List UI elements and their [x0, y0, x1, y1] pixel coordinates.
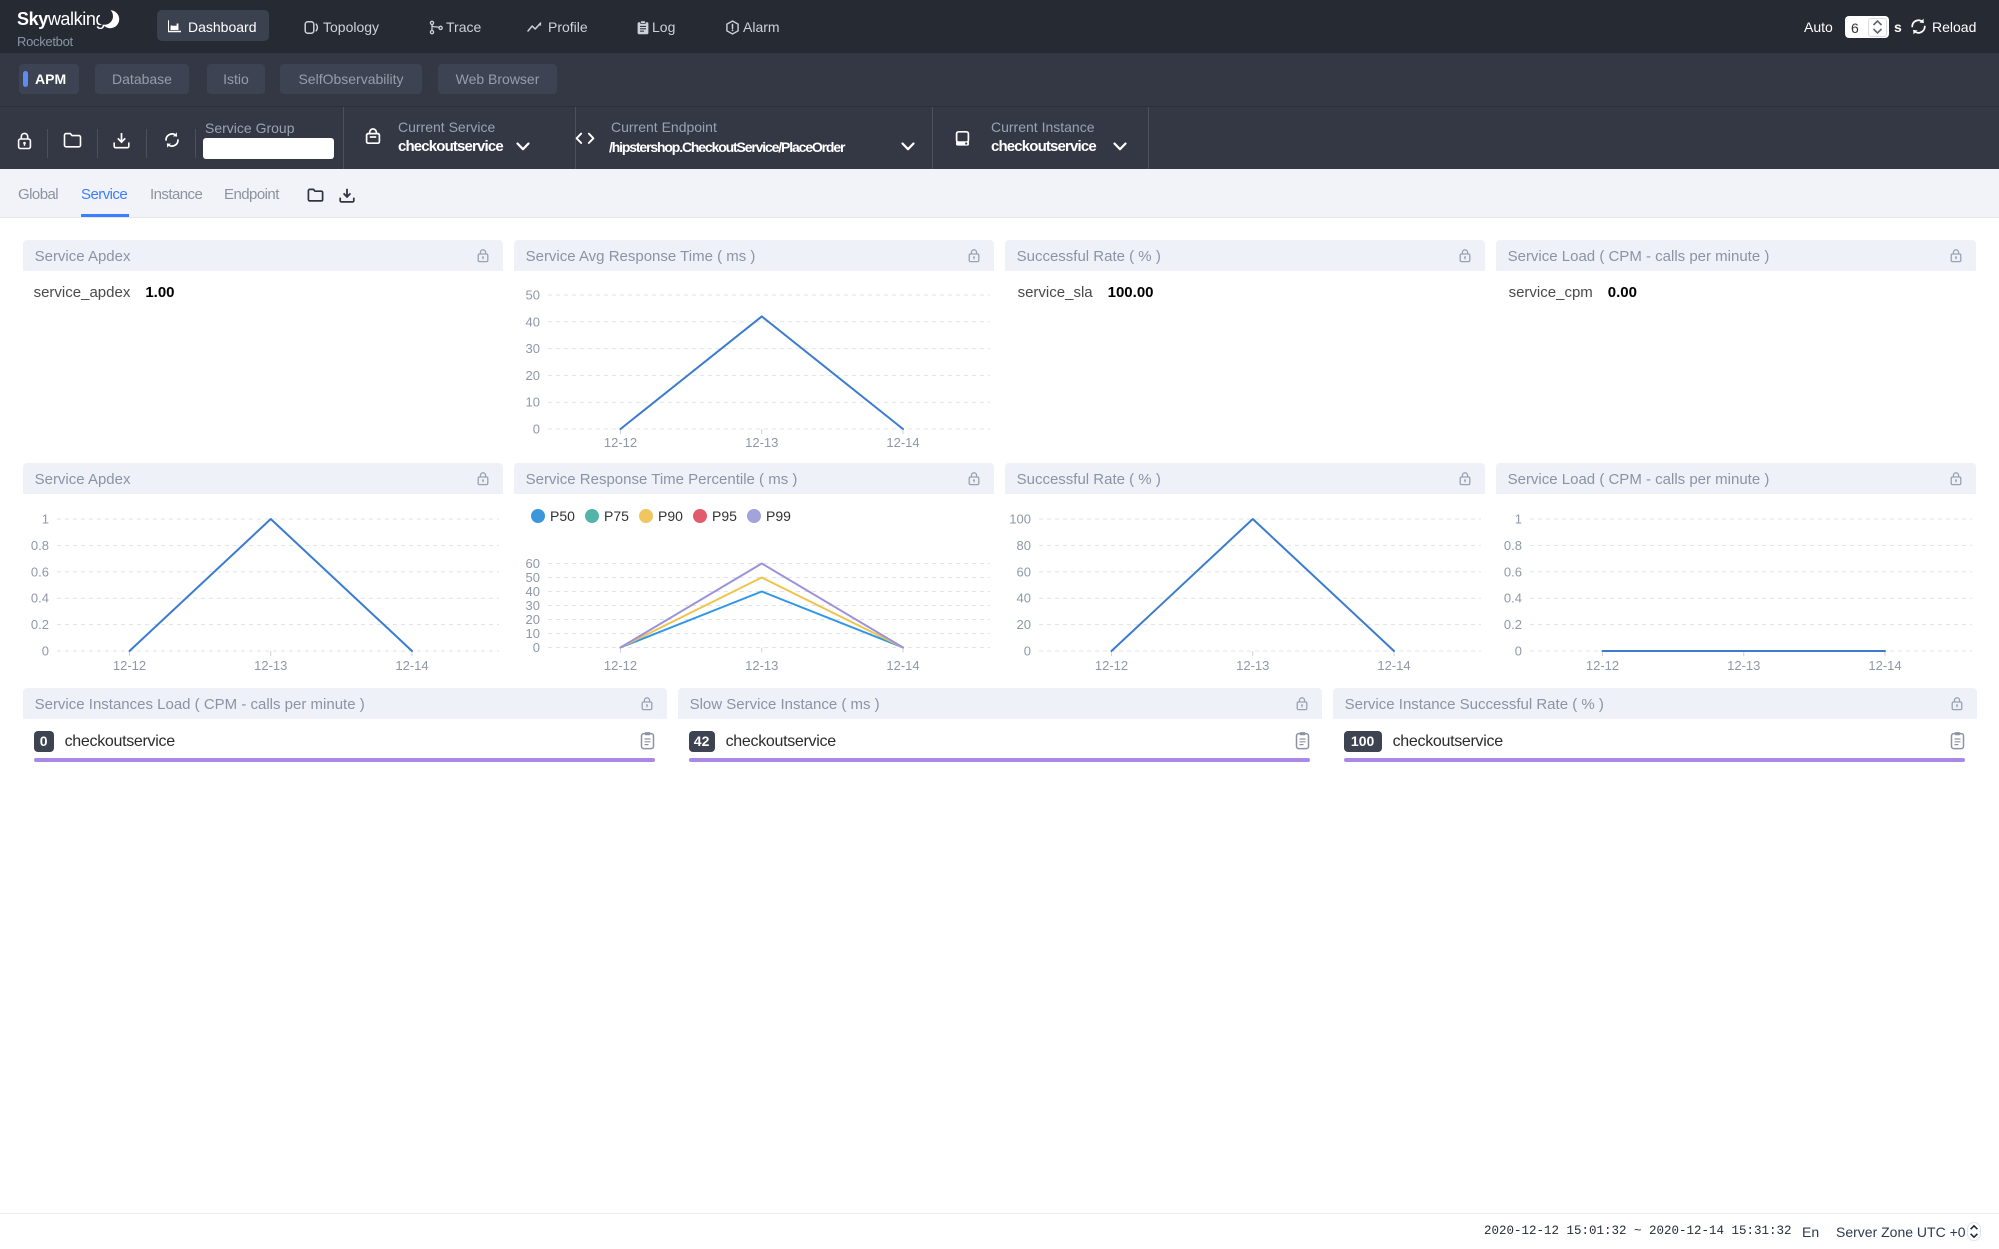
svg-text:10: 10: [525, 395, 539, 410]
svg-text:60: 60: [525, 556, 539, 571]
svg-text:20: 20: [1016, 617, 1030, 632]
svg-text:12-13: 12-13: [1727, 658, 1760, 673]
svg-text:40: 40: [525, 314, 539, 329]
svg-text:0.4: 0.4: [1504, 591, 1522, 606]
svg-text:30: 30: [525, 598, 539, 613]
svg-text:12-12: 12-12: [603, 435, 636, 450]
svg-text:0.2: 0.2: [1504, 617, 1522, 632]
svg-text:0.6: 0.6: [31, 564, 49, 579]
svg-text:0: 0: [1023, 644, 1030, 659]
svg-text:12-14: 12-14: [395, 658, 428, 673]
svg-text:40: 40: [1016, 591, 1030, 606]
svg-text:0.4: 0.4: [31, 591, 49, 606]
svg-text:12-12: 12-12: [112, 658, 145, 673]
svg-text:12-12: 12-12: [1585, 658, 1618, 673]
svg-text:0.8: 0.8: [31, 538, 49, 553]
svg-text:0.8: 0.8: [1504, 538, 1522, 553]
svg-text:0.6: 0.6: [1504, 564, 1522, 579]
svg-text:20: 20: [525, 612, 539, 627]
svg-text:1: 1: [1514, 512, 1521, 527]
svg-text:50: 50: [525, 570, 539, 585]
svg-text:12-13: 12-13: [254, 658, 287, 673]
svg-text:12-12: 12-12: [603, 658, 636, 673]
svg-text:0.2: 0.2: [31, 617, 49, 632]
svg-text:0: 0: [41, 644, 48, 659]
svg-text:40: 40: [525, 584, 539, 599]
svg-text:12-14: 12-14: [1868, 658, 1901, 673]
svg-text:12-14: 12-14: [886, 435, 919, 450]
svg-text:0: 0: [1514, 644, 1521, 659]
svg-text:12-13: 12-13: [745, 435, 778, 450]
svg-text:10: 10: [525, 626, 539, 641]
svg-text:12-14: 12-14: [1377, 658, 1410, 673]
svg-text:30: 30: [525, 341, 539, 356]
svg-text:12-13: 12-13: [745, 658, 778, 673]
svg-text:20: 20: [525, 368, 539, 383]
svg-text:12-12: 12-12: [1094, 658, 1127, 673]
svg-text:12-13: 12-13: [1236, 658, 1269, 673]
svg-text:60: 60: [1016, 564, 1030, 579]
svg-text:50: 50: [525, 288, 539, 303]
svg-text:80: 80: [1016, 538, 1030, 553]
svg-text:100: 100: [1009, 512, 1031, 527]
svg-text:12-14: 12-14: [886, 658, 919, 673]
svg-text:0: 0: [532, 640, 539, 655]
svg-text:0: 0: [532, 422, 539, 437]
svg-text:1: 1: [41, 512, 48, 527]
